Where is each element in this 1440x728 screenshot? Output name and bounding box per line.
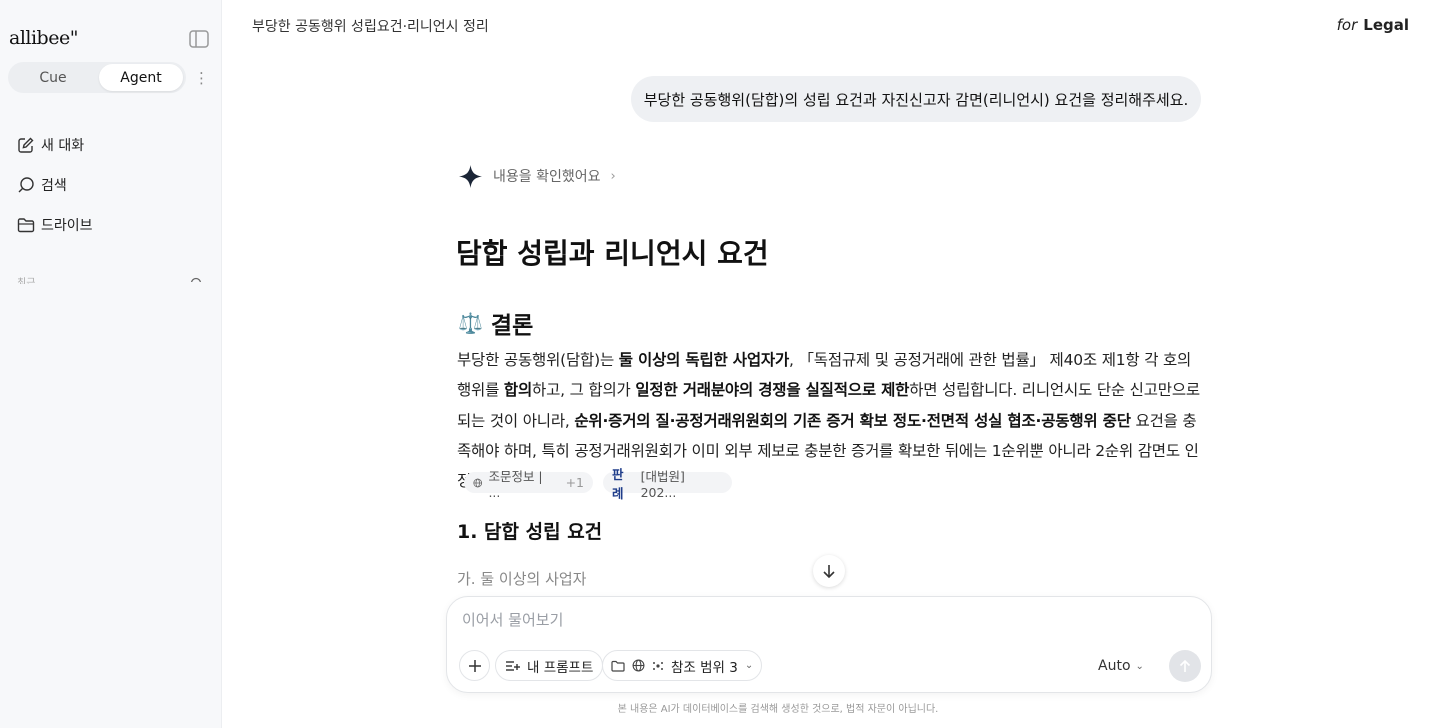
sidebar-item-search[interactable]: 검색 xyxy=(17,174,67,196)
source-chip-statute[interactable]: 조문정보 | ... +1 xyxy=(464,469,593,500)
answer-title: 담합 성립과 리니언시 요건 xyxy=(456,237,769,270)
globe-icon xyxy=(632,659,645,672)
agent-status-label: 내용을 확인했어요 xyxy=(493,169,601,185)
tab-agent[interactable]: Agent xyxy=(99,64,183,91)
source-chip-label: 조문정보 | ... xyxy=(488,468,543,500)
chevron-down-icon: ⌄ xyxy=(1135,660,1144,672)
more-options-icon[interactable]: ⋮ xyxy=(194,68,209,88)
disclaimer-text: 본 내용은 AI가 데이터베이스를 검색해 생성한 것으로, 법적 자문이 아닙… xyxy=(617,704,939,715)
database-sparkle-icon xyxy=(653,661,663,670)
sidebar-item-drive[interactable]: 드라이브 xyxy=(17,214,93,236)
globe-icon xyxy=(473,478,483,487)
conversation-title: 부당한 공동행위 성립요건·리니언시 정리 xyxy=(252,19,489,35)
bold-run: 순위·증거의 질·공정거래위원회의 기존 증거 확보 정도·전면적 성실 협조·… xyxy=(574,411,1131,430)
brand-name: Legal xyxy=(1363,16,1409,34)
attach-button[interactable] xyxy=(459,650,490,681)
recent-search-icon[interactable] xyxy=(190,274,202,282)
sidebar-item-label: 새 대화 xyxy=(41,138,85,154)
sparkle-icon xyxy=(459,164,482,188)
send-button[interactable] xyxy=(1169,650,1201,682)
folder-icon xyxy=(17,218,35,233)
source-chip-tag: 판례 xyxy=(612,466,624,501)
edit-icon xyxy=(18,137,34,153)
search-icon xyxy=(18,177,34,193)
source-chip-more: +1 xyxy=(565,475,584,490)
ai-disclaimer: 본 내용은 AI가 데이터베이스를 검색해 생성한 것으로, 법적 자문이 아닙… xyxy=(0,700,1440,715)
folder-icon xyxy=(611,660,625,672)
chevron-down-icon: ⌄ xyxy=(744,660,754,671)
plus-icon xyxy=(468,659,481,672)
brand-label: for Legal xyxy=(1337,16,1409,34)
section1-subheading: 가. 둘 이상의 사업자 xyxy=(457,570,587,588)
source-chip-case[interactable]: 판례 [대법원] 202... xyxy=(603,467,732,501)
app-logo[interactable]: allibee" xyxy=(9,27,78,49)
sidebar: allibee" Cue Agent ⋮ 새 대화 검색 드라이브 최근 xyxy=(0,0,222,728)
mode-select[interactable]: Auto ⌄ xyxy=(1098,654,1144,678)
section-conclusion-heading: ⚖️ 결론 xyxy=(458,306,533,340)
text-run: 하고, 그 합의가 xyxy=(532,381,636,400)
tab-cue[interactable]: Cue xyxy=(8,62,98,93)
bold-run: 일정한 거래분야의 경쟁을 실질적으로 제한 xyxy=(635,381,910,400)
mode-switch: Cue Agent xyxy=(8,62,186,93)
sidebar-toggle-icon[interactable] xyxy=(189,30,209,48)
composer: 내 프롬프트 참조 범위 3 ⌄ Auto ⌄ xyxy=(446,596,1212,693)
user-message-bubble: 부당한 공동행위(담합)의 성립 요건과 자진신고자 감면(리니언시) 요건을 … xyxy=(631,76,1201,122)
scroll-to-bottom-button[interactable] xyxy=(813,555,845,587)
reference-scope-label: 참조 범위 3 xyxy=(671,659,738,676)
sidebar-item-label: 드라이브 xyxy=(41,218,93,234)
sidebar-item-label: 검색 xyxy=(41,178,67,194)
prompt-list-icon xyxy=(506,660,520,671)
arrow-down-icon xyxy=(823,565,835,579)
chevron-right-icon: › xyxy=(610,168,616,184)
source-chip-label: [대법원] 202... xyxy=(640,468,685,500)
section-conclusion-label: 결론 xyxy=(490,313,534,339)
sidebar-item-new-chat[interactable]: 새 대화 xyxy=(17,134,84,156)
brand-for: for xyxy=(1336,16,1358,34)
my-prompt-label: 내 프롬프트 xyxy=(527,659,594,676)
arrow-up-icon xyxy=(1179,659,1191,672)
section1-heading: 1. 담합 성립 요건 xyxy=(457,521,603,543)
mode-select-label: Auto xyxy=(1098,658,1131,674)
agent-status[interactable]: 내용을 확인했어요 › xyxy=(458,164,616,188)
bold-run: 둘 이상의 독립한 사업자가 xyxy=(618,351,789,369)
scales-icon: ⚖️ xyxy=(458,311,483,335)
my-prompt-button[interactable]: 내 프롬프트 xyxy=(495,650,604,681)
bold-run: 합의 xyxy=(503,381,533,400)
recent-section-label: 최근 xyxy=(17,278,36,284)
reference-scope-button[interactable]: 참조 범위 3 ⌄ xyxy=(602,650,763,681)
text-run: 부당한 공동행위(담합)는 xyxy=(457,351,619,369)
message-input[interactable] xyxy=(462,609,1062,631)
